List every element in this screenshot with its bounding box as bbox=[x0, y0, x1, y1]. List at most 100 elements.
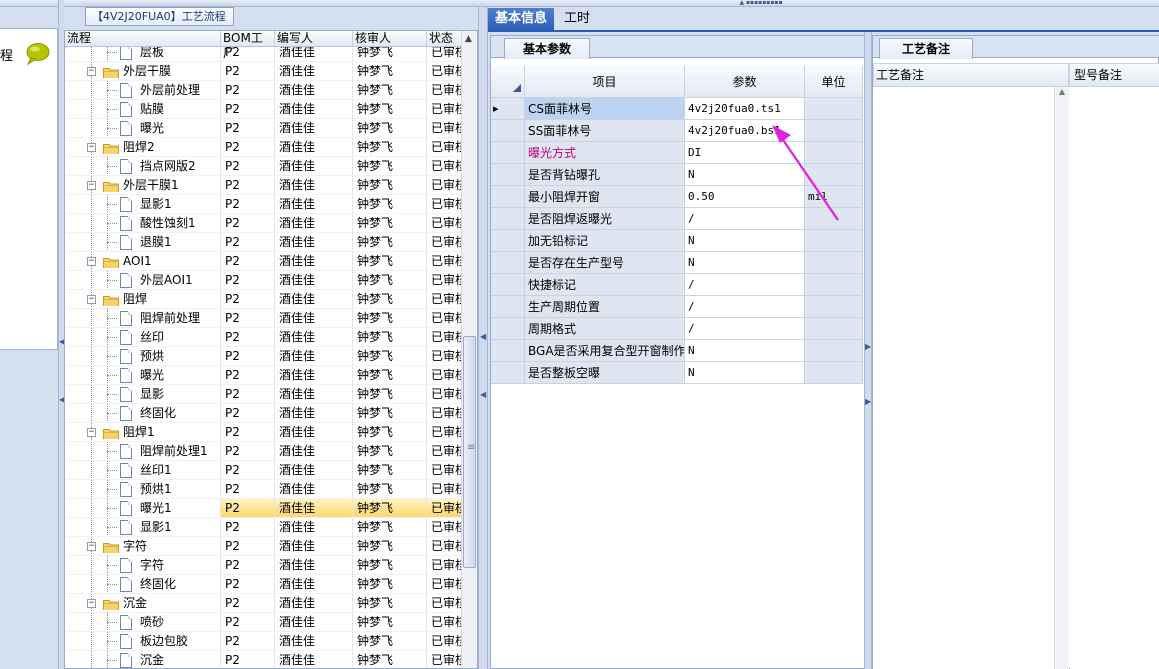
bom-cell[interactable]: P2 bbox=[221, 271, 275, 290]
writer-cell[interactable]: 酒佳佳 bbox=[275, 100, 353, 119]
bom-cell[interactable]: P2 bbox=[221, 518, 275, 537]
bom-cell[interactable]: P2 bbox=[221, 423, 275, 442]
writer-cell[interactable]: 酒佳佳 bbox=[275, 575, 353, 594]
collapse-right-icon[interactable]: ▶ bbox=[865, 342, 871, 351]
model-remark-textarea[interactable] bbox=[1070, 87, 1159, 669]
param-value-cell[interactable]: / bbox=[685, 318, 805, 340]
flow-cell[interactable]: 终固化 bbox=[65, 404, 221, 423]
reviewer-cell[interactable]: 钟梦飞 bbox=[353, 442, 427, 461]
tree-row[interactable]: 显影1 P2酒佳佳钟梦飞已审核 bbox=[65, 195, 463, 214]
bom-cell[interactable]: P2 bbox=[221, 366, 275, 385]
reviewer-cell[interactable]: 钟梦飞 bbox=[353, 214, 427, 233]
reviewer-cell[interactable]: 钟梦飞 bbox=[353, 271, 427, 290]
writer-cell[interactable]: 酒佳佳 bbox=[275, 195, 353, 214]
flow-cell[interactable]: 喷砂 bbox=[65, 613, 221, 632]
row-selector[interactable] bbox=[491, 186, 525, 208]
status-cell[interactable]: 已审核 bbox=[427, 233, 463, 252]
row-selector[interactable] bbox=[491, 296, 525, 318]
tree-row[interactable]: − 阻焊2 P2酒佳佳钟梦飞已审核 bbox=[65, 138, 463, 157]
row-selector[interactable] bbox=[491, 208, 525, 230]
param-unit-cell[interactable] bbox=[805, 362, 863, 384]
reviewer-cell[interactable]: 钟梦飞 bbox=[353, 233, 427, 252]
reviewer-cell[interactable]: 钟梦飞 bbox=[353, 461, 427, 480]
bom-cell[interactable]: P2 bbox=[221, 233, 275, 252]
collapse-toggle-icon[interactable]: − bbox=[87, 295, 96, 304]
param-row[interactable]: SS面菲林号 4v2j20fua0.bs1 bbox=[491, 120, 864, 142]
tree-row[interactable]: 沉金 P2酒佳佳钟梦飞已审核 bbox=[65, 651, 463, 668]
status-cell[interactable]: 已审核 bbox=[427, 176, 463, 195]
tree-row[interactable]: − 沉金 P2酒佳佳钟梦飞已审核 bbox=[65, 594, 463, 613]
flow-cell[interactable]: 挡点网版2 bbox=[65, 157, 221, 176]
bom-cell[interactable]: P2 bbox=[221, 138, 275, 157]
reviewer-cell[interactable]: 钟梦飞 bbox=[353, 100, 427, 119]
bom-cell[interactable]: P2 bbox=[221, 252, 275, 271]
flow-cell[interactable]: 预烘 bbox=[65, 347, 221, 366]
flow-cell[interactable]: − AOI1 bbox=[65, 252, 221, 271]
tree-row[interactable]: 曝光 P2酒佳佳钟梦飞已审核 bbox=[65, 119, 463, 138]
flow-cell[interactable]: 终固化 bbox=[65, 575, 221, 594]
bom-cell[interactable]: P2 bbox=[221, 347, 275, 366]
right-splitter[interactable]: ▶ ▶ bbox=[864, 32, 872, 669]
bom-cell[interactable]: P2 bbox=[221, 100, 275, 119]
flow-cell[interactable]: 曝光 bbox=[65, 366, 221, 385]
tree-row[interactable]: 丝印 P2酒佳佳钟梦飞已审核 bbox=[65, 328, 463, 347]
bom-cell[interactable]: P2 bbox=[221, 613, 275, 632]
param-row[interactable]: BGA是否采用复合型开窗制作 N bbox=[491, 340, 864, 362]
flow-cell[interactable]: 外层前处理 bbox=[65, 81, 221, 100]
bom-cell[interactable]: P2 bbox=[221, 537, 275, 556]
reviewer-cell[interactable]: 钟梦飞 bbox=[353, 328, 427, 347]
param-unit-cell[interactable] bbox=[805, 120, 863, 142]
tree-row[interactable]: 预烘1 P2酒佳佳钟梦飞已审核 bbox=[65, 480, 463, 499]
flow-cell[interactable]: 显影1 bbox=[65, 518, 221, 537]
writer-cell[interactable]: 酒佳佳 bbox=[275, 119, 353, 138]
flow-cell[interactable]: 外层AOI1 bbox=[65, 271, 221, 290]
writer-cell[interactable]: 酒佳佳 bbox=[275, 499, 353, 518]
flow-cell[interactable]: − 字符 bbox=[65, 537, 221, 556]
collapse-toggle-icon[interactable]: − bbox=[87, 143, 96, 152]
reviewer-cell[interactable]: 钟梦飞 bbox=[353, 556, 427, 575]
reviewer-cell[interactable]: 钟梦飞 bbox=[353, 81, 427, 100]
writer-cell[interactable]: 酒佳佳 bbox=[275, 423, 353, 442]
param-row[interactable]: 快捷标记 / bbox=[491, 274, 864, 296]
status-cell[interactable]: 已审核 bbox=[427, 157, 463, 176]
param-row[interactable]: 是否背钻曝孔 N bbox=[491, 164, 864, 186]
tree-row[interactable]: − 字符 P2酒佳佳钟梦飞已审核 bbox=[65, 537, 463, 556]
writer-cell[interactable]: 酒佳佳 bbox=[275, 176, 353, 195]
flow-cell[interactable]: 曝光 bbox=[65, 119, 221, 138]
flow-cell[interactable]: 字符 bbox=[65, 556, 221, 575]
row-selector[interactable] bbox=[491, 142, 525, 164]
scrollbar-thumb[interactable]: ≡ bbox=[463, 336, 476, 568]
bom-cell[interactable]: P2 bbox=[221, 328, 275, 347]
reviewer-cell[interactable]: 钟梦飞 bbox=[353, 385, 427, 404]
tree-row[interactable]: 曝光 P2酒佳佳钟梦飞已审核 bbox=[65, 366, 463, 385]
reviewer-cell[interactable]: 钟梦飞 bbox=[353, 537, 427, 556]
writer-cell[interactable]: 酒佳佳 bbox=[275, 81, 353, 100]
reviewer-cell[interactable]: 钟梦飞 bbox=[353, 404, 427, 423]
status-cell[interactable]: 已审核 bbox=[427, 214, 463, 233]
writer-cell[interactable]: 酒佳佳 bbox=[275, 442, 353, 461]
status-cell[interactable]: 已审核 bbox=[427, 252, 463, 271]
flow-cell[interactable]: 阻焊前处理 bbox=[65, 309, 221, 328]
status-cell[interactable]: 已审核 bbox=[427, 461, 463, 480]
tree-row[interactable]: 酸性蚀刻1 P2酒佳佳钟梦飞已审核 bbox=[65, 214, 463, 233]
tree-row[interactable]: 终固化 P2酒佳佳钟梦飞已审核 bbox=[65, 575, 463, 594]
row-selector[interactable] bbox=[491, 252, 525, 274]
status-cell[interactable]: 已审核 bbox=[427, 347, 463, 366]
flow-cell[interactable]: − 阻焊1 bbox=[65, 423, 221, 442]
row-header-corner[interactable] bbox=[491, 66, 525, 98]
reviewer-cell[interactable]: 钟梦飞 bbox=[353, 347, 427, 366]
writer-cell[interactable]: 酒佳佳 bbox=[275, 328, 353, 347]
param-unit-cell[interactable] bbox=[805, 142, 863, 164]
reviewer-cell[interactable]: 钟梦飞 bbox=[353, 62, 427, 81]
param-row[interactable]: 是否整板空曝 N bbox=[491, 362, 864, 384]
bom-cell[interactable]: P2 bbox=[221, 632, 275, 651]
flow-cell[interactable]: − 外层干膜1 bbox=[65, 176, 221, 195]
reviewer-cell[interactable]: 钟梦飞 bbox=[353, 176, 427, 195]
status-cell[interactable]: 已审核 bbox=[427, 537, 463, 556]
status-cell[interactable]: 已审核 bbox=[427, 385, 463, 404]
process-flow-tab[interactable]: 【4V2J20FUA0】工艺流程 bbox=[85, 7, 234, 26]
bom-cell[interactable]: P2 bbox=[221, 290, 275, 309]
status-cell[interactable]: 已审核 bbox=[427, 632, 463, 651]
row-selector[interactable] bbox=[491, 318, 525, 340]
tree-row[interactable]: 显影1 P2酒佳佳钟梦飞已审核 bbox=[65, 518, 463, 537]
